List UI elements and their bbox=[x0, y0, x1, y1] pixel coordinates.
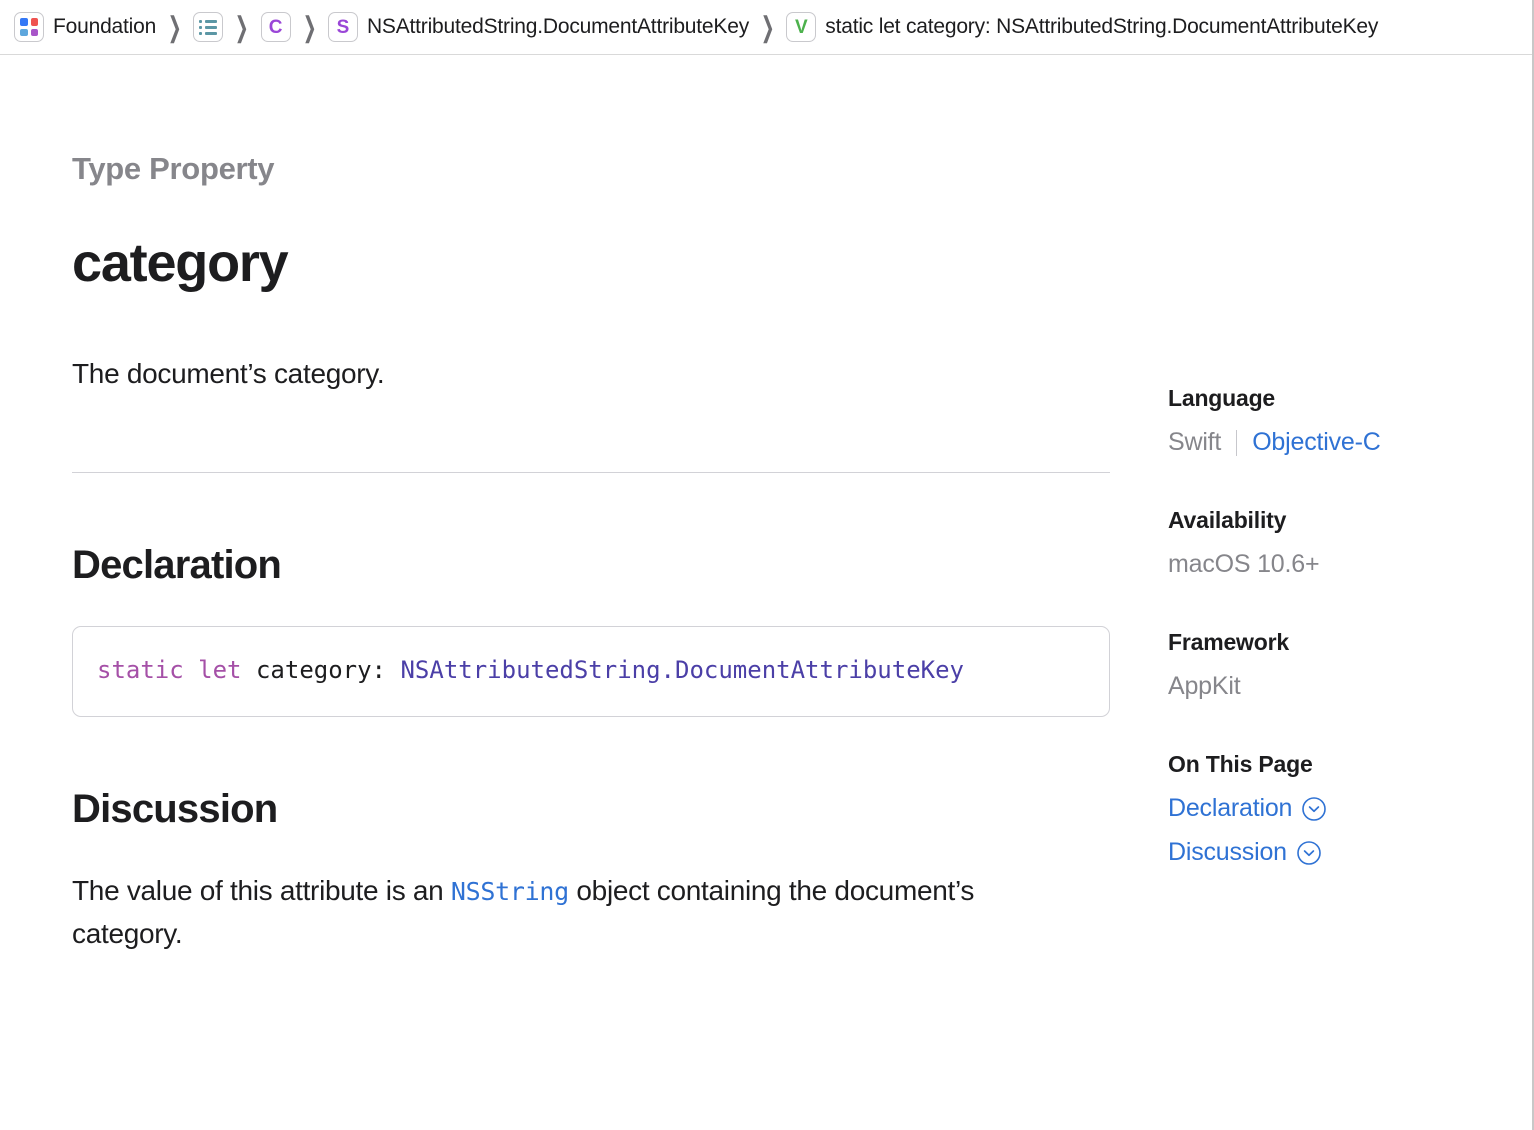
availability-value: macOS 10.6+ bbox=[1168, 550, 1532, 579]
breadcrumb-item-class[interactable]: C bbox=[261, 12, 291, 42]
breadcrumb-label-foundation: Foundation bbox=[53, 15, 156, 39]
breadcrumb-item-struct[interactable]: S NSAttributedString.DocumentAttributeKe… bbox=[328, 12, 749, 42]
sidebar-heading-framework: Framework bbox=[1168, 629, 1532, 656]
page-body: Type Property category The document’s ca… bbox=[0, 55, 1532, 955]
breadcrumb-label-property: static let category: NSAttributedString.… bbox=[825, 15, 1378, 39]
chevron-down-circle-icon bbox=[1296, 840, 1322, 866]
framework-grid-icon bbox=[14, 12, 44, 42]
declaration-heading: Declaration bbox=[72, 543, 1100, 588]
language-option-objective-c[interactable]: Objective-C bbox=[1252, 428, 1380, 457]
breadcrumb-item-property[interactable]: V static let category: NSAttributedStrin… bbox=[786, 12, 1378, 42]
nsstring-code-link[interactable]: NSString bbox=[451, 877, 569, 906]
sidebar-group-framework: Framework AppKit bbox=[1168, 629, 1532, 701]
page-title: category bbox=[72, 235, 1100, 292]
sidebar-heading-on-this-page: On This Page bbox=[1168, 751, 1532, 778]
sidebar-group-on-this-page: On This Page Declaration Discussion bbox=[1168, 751, 1532, 867]
language-divider bbox=[1236, 430, 1237, 456]
language-toggle: Swift Objective-C bbox=[1168, 428, 1532, 457]
breadcrumb-item-foundation[interactable]: Foundation bbox=[14, 12, 156, 42]
code-token-identifier: category: bbox=[242, 656, 401, 684]
symbol-kind-eyebrow: Type Property bbox=[72, 151, 1100, 187]
documentation-window: Foundation ❯ ❯ C ❯ S NSAttributedString.… bbox=[0, 0, 1534, 1130]
breadcrumb-item-collection[interactable] bbox=[193, 12, 223, 42]
sidebar-group-availability: Availability macOS 10.6+ bbox=[1168, 507, 1532, 579]
chevron-down-circle-icon bbox=[1301, 796, 1327, 822]
sidebar-heading-language: Language bbox=[1168, 385, 1532, 412]
breadcrumb-separator-4: ❯ bbox=[761, 13, 775, 41]
declaration-code: static let category: NSAttributedString.… bbox=[97, 656, 964, 684]
list-icon bbox=[193, 12, 223, 42]
metadata-sidebar: Language Swift Objective-C Availability … bbox=[1100, 55, 1532, 867]
on-this-page-label-declaration: Declaration bbox=[1168, 794, 1292, 823]
discussion-text-before: The value of this attribute is an bbox=[72, 875, 451, 906]
sidebar-heading-availability: Availability bbox=[1168, 507, 1532, 534]
symbol-abstract: The document’s category. bbox=[72, 354, 1100, 395]
on-this-page-link-discussion[interactable]: Discussion bbox=[1168, 838, 1532, 867]
breadcrumb-separator-1: ❯ bbox=[168, 13, 182, 41]
discussion-paragraph: The value of this attribute is an NSStri… bbox=[72, 870, 1082, 955]
code-token-space-1 bbox=[184, 656, 198, 684]
section-divider bbox=[72, 472, 1110, 473]
struct-badge-icon: S bbox=[328, 12, 358, 42]
language-option-swift[interactable]: Swift bbox=[1168, 428, 1221, 457]
var-badge-icon: V bbox=[786, 12, 816, 42]
breadcrumb-separator-2: ❯ bbox=[235, 13, 249, 41]
sidebar-group-language: Language Swift Objective-C bbox=[1168, 385, 1532, 457]
code-token-static: static bbox=[97, 656, 184, 684]
breadcrumb-label-struct: NSAttributedString.DocumentAttributeKey bbox=[367, 15, 749, 39]
discussion-heading: Discussion bbox=[72, 787, 1100, 832]
on-this-page-label-discussion: Discussion bbox=[1168, 838, 1287, 867]
code-token-type[interactable]: NSAttributedString.DocumentAttributeKey bbox=[400, 656, 964, 684]
framework-value: AppKit bbox=[1168, 672, 1532, 701]
on-this-page-link-declaration[interactable]: Declaration bbox=[1168, 794, 1532, 823]
main-content: Type Property category The document’s ca… bbox=[0, 55, 1100, 955]
code-token-let: let bbox=[198, 656, 241, 684]
class-badge-icon: C bbox=[261, 12, 291, 42]
breadcrumb: Foundation ❯ ❯ C ❯ S NSAttributedString.… bbox=[0, 0, 1532, 55]
declaration-code-block: static let category: NSAttributedString.… bbox=[72, 626, 1110, 717]
breadcrumb-separator-3: ❯ bbox=[302, 13, 316, 41]
